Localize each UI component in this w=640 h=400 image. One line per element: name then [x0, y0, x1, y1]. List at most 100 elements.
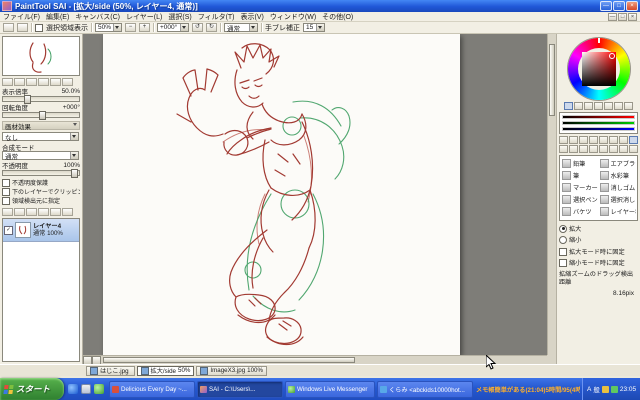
brush-preset[interactable]: 消しゴム [599, 181, 637, 193]
doc-restore-button[interactable]: □ [618, 12, 627, 21]
color-mixer-tab-icon[interactable] [594, 102, 603, 110]
chevron-down-icon[interactable] [113, 24, 121, 31]
menu-others[interactable]: その他(O) [322, 12, 353, 22]
navigator-thumbnail[interactable] [2, 36, 80, 76]
title-bar[interactable]: PaintTool SAI - [拡大/side (50%, レイヤー4, 通常… [0, 0, 640, 12]
show-desktop-icon[interactable] [81, 384, 91, 394]
zoom-in-radio[interactable] [559, 224, 567, 233]
opacity-slider[interactable] [2, 169, 80, 178]
opacity-lock-checkbox[interactable] [2, 178, 10, 187]
eyedropper-tool-icon[interactable] [599, 145, 608, 153]
nav-rotate-ccw-icon[interactable] [38, 78, 49, 86]
green-slider[interactable] [562, 121, 635, 125]
maximize-button[interactable]: □ [613, 1, 625, 11]
lasso-tool-icon[interactable] [569, 145, 578, 153]
taskbar-task-button[interactable]: Delicious Every Day ~... [109, 380, 195, 398]
hsv-slider-tab-icon[interactable] [584, 102, 593, 110]
brush-preset[interactable]: 水彩筆 [599, 169, 637, 181]
new-canvas-icon[interactable] [3, 23, 14, 32]
color-wheel[interactable] [567, 38, 630, 100]
rotate-tool-icon[interactable] [619, 145, 628, 153]
canvas-area[interactable] [83, 34, 556, 364]
chevron-down-icon[interactable] [316, 24, 324, 31]
chevron-down-icon[interactable] [70, 133, 78, 140]
nav-zoom-in-icon[interactable] [2, 78, 13, 86]
eraser-tool-icon[interactable] [609, 136, 618, 144]
red-slider[interactable] [562, 115, 635, 119]
nav-reset-icon[interactable] [62, 78, 73, 86]
merge-down-icon[interactable] [50, 208, 61, 216]
taskbar-task-button[interactable]: くらみ <abckids10000hot... [377, 380, 473, 398]
zoom-out-radio[interactable] [559, 235, 567, 244]
menu-layer[interactable]: レイヤー(L) [126, 12, 162, 22]
clipping-group-checkbox[interactable] [2, 187, 10, 196]
brush-preset[interactable]: マーカー [561, 181, 599, 193]
brush-preset[interactable]: 選択ペン [561, 193, 599, 205]
delete-layer-icon[interactable] [62, 208, 73, 216]
horizontal-scroll-thumb[interactable] [103, 357, 355, 363]
brush-preset[interactable]: 選択消し [599, 193, 637, 205]
doc-tab[interactable]: ImageX3.jpg 100% [196, 365, 267, 376]
scratchpad-tab-icon[interactable] [614, 102, 623, 110]
brush-preset[interactable]: レイヤー移動 [599, 205, 636, 217]
move-tool-icon[interactable] [589, 145, 598, 153]
nav-fit-icon[interactable] [26, 78, 37, 86]
swatches-tab-icon[interactable] [604, 102, 613, 110]
doc-minimize-button[interactable]: — [608, 12, 617, 21]
rotation-combo[interactable]: +000° [157, 23, 189, 32]
taskbar-task-button-active[interactable]: SAI - C:\Users\... [197, 380, 283, 398]
brush-preset[interactable]: 筆 [561, 169, 599, 181]
stabilizer-combo[interactable]: 15 [303, 23, 325, 32]
menu-file[interactable]: ファイル(F) [3, 12, 40, 22]
rotate-cw-icon[interactable]: ↻ [206, 23, 217, 32]
pencil-tool-icon[interactable] [569, 136, 578, 144]
rotation-angle-slider[interactable] [2, 111, 80, 120]
close-button[interactable]: × [626, 1, 638, 11]
rotate-ccw-icon[interactable]: ↺ [192, 23, 203, 32]
vertical-scroll-thumb[interactable] [549, 44, 555, 116]
horizontal-scrollbar[interactable] [83, 355, 547, 364]
pen-tool-icon[interactable] [559, 136, 568, 144]
selection-display-checkbox[interactable] [35, 23, 43, 32]
menu-select[interactable]: 選択(S) [168, 12, 191, 22]
ime-kana-indicator[interactable]: 般 [593, 384, 600, 394]
select-rect-tool-icon[interactable] [559, 145, 568, 153]
doc-close-button[interactable]: × [628, 12, 637, 21]
scroll-right-icon[interactable] [92, 356, 101, 364]
tray-volume-icon[interactable] [601, 385, 609, 393]
nav-rotate-cw-icon[interactable] [50, 78, 61, 86]
scroll-left-icon[interactable] [83, 356, 92, 364]
zoom-out-button[interactable]: − [125, 23, 136, 32]
new-layer-icon[interactable] [2, 208, 13, 216]
menu-view[interactable]: 表示(V) [241, 12, 264, 22]
color-wheel-tab-icon[interactable] [564, 102, 573, 110]
chevron-down-icon[interactable] [180, 24, 188, 31]
new-folder-icon[interactable] [14, 208, 25, 216]
internet-explorer-icon[interactable] [68, 384, 78, 394]
hand-tool-icon[interactable] [609, 145, 618, 153]
texture-combo[interactable]: なし [2, 132, 79, 142]
paint-mode-combo[interactable]: 通常 [224, 23, 258, 33]
zoom-combo[interactable]: 50% [95, 23, 122, 32]
zoom-in-button[interactable]: + [139, 23, 150, 32]
magnifier-tool-icon[interactable] [629, 136, 638, 144]
tray-network-icon[interactable] [610, 385, 618, 393]
zoom-ratio-slider[interactable] [2, 95, 80, 104]
nav-zoom-out-icon[interactable] [14, 78, 25, 86]
chevron-down-icon[interactable] [70, 152, 78, 159]
brush-tool-icon[interactable] [589, 136, 598, 144]
start-button[interactable]: スタート [0, 378, 64, 400]
magic-wand-tool-icon[interactable] [579, 145, 588, 153]
blue-slider[interactable] [562, 127, 635, 131]
paste-layer-icon[interactable] [38, 208, 49, 216]
doc-tab[interactable]: はじこ.jpg [86, 365, 135, 376]
brush-preset[interactable]: 鉛筆 [561, 157, 599, 169]
material-effect-header[interactable]: 画材効果 [2, 121, 80, 131]
fix-zoom-in-checkbox[interactable] [559, 247, 567, 256]
brush-preset[interactable]: バケツ [561, 205, 599, 217]
layer-row-selected[interactable]: ✓ レイヤー4 通常 100% [3, 219, 79, 242]
taskbar-task-button[interactable]: Windows Live Messenger [285, 380, 375, 398]
copy-layer-icon[interactable] [26, 208, 37, 216]
brush-preset[interactable]: エアブラシ [599, 157, 636, 169]
bucket-tool-icon[interactable] [619, 136, 628, 144]
